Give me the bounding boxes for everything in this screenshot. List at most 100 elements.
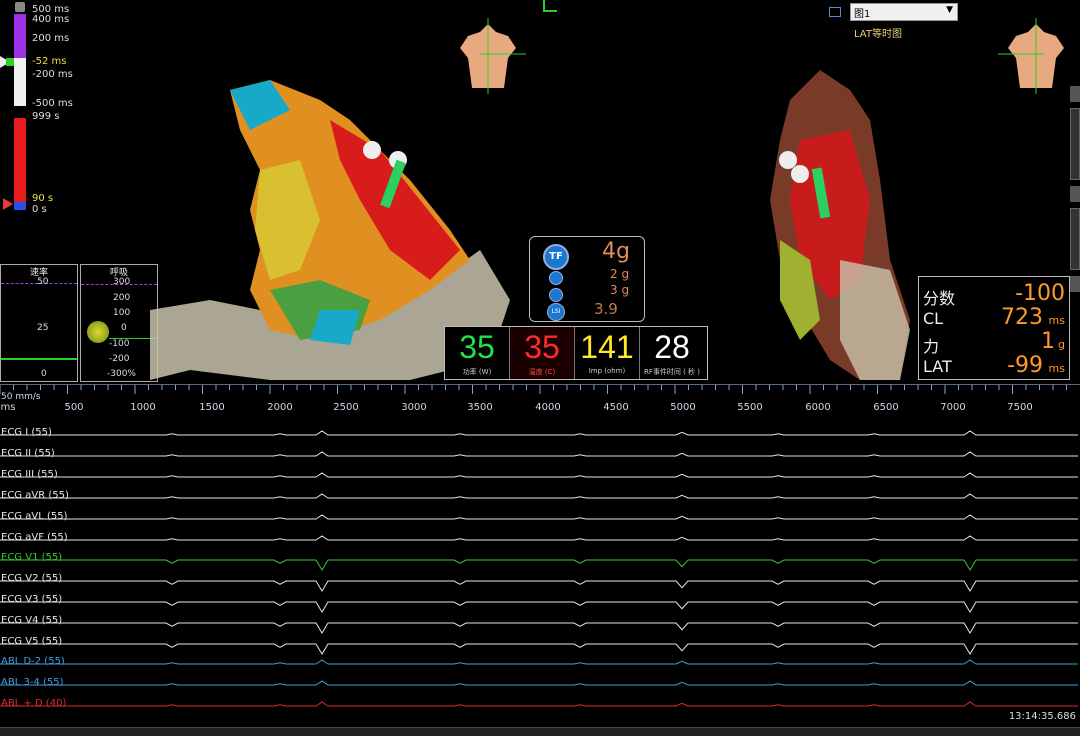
lead-label: ECG aVL (55) xyxy=(1,511,68,522)
lead-label: ABL D-2 (55) xyxy=(1,656,65,667)
scale-handle-marker-green[interactable] xyxy=(6,58,14,66)
scale-handle-bottom[interactable] xyxy=(3,198,13,210)
toolbar-button-4[interactable] xyxy=(1070,208,1080,270)
ecg-trace xyxy=(0,659,1078,665)
impedance-value: 141 xyxy=(580,329,634,365)
viewport-top-marker-h xyxy=(543,10,557,12)
timeline-tick-label: 2500 xyxy=(333,402,359,413)
scale-label-999s: 999 s xyxy=(32,111,60,122)
map-select-value: 图1 xyxy=(854,9,871,20)
info-row-score: 分数 -100 xyxy=(923,281,1065,308)
lead-label: ECG V1 (55) xyxy=(1,552,63,563)
resp-blob xyxy=(87,321,109,343)
lead-label: ECG V4 (55) xyxy=(1,615,63,626)
lsi-badge: LSI xyxy=(547,303,565,321)
right-catheter-electrode-2 xyxy=(791,165,809,183)
lead-label: ECG III (55) xyxy=(1,469,58,480)
lateral-force-value: 3 g xyxy=(610,283,630,297)
ecg-trace xyxy=(0,514,1078,520)
contact-force-panel: TF 4g 2 g 3 g LSI 3.9 xyxy=(529,236,645,322)
rf-time-metric: 28 RF事件时间 ( 秒 ) xyxy=(640,327,704,379)
timeline-speed: 50 mm/s xyxy=(1,392,41,402)
timeline-tick-label: 1500 xyxy=(199,402,225,413)
lead-label: ECG I (55) xyxy=(1,427,52,438)
lead-label: ABL + D (40) xyxy=(1,698,67,709)
respiration-panel: 呼吸 300 200 100 0 -100 -200 -300% xyxy=(80,264,158,382)
torso-orientation-icon-left[interactable] xyxy=(450,18,526,94)
timeline-tick-label: 4500 xyxy=(603,402,629,413)
ecg-trace xyxy=(0,580,1078,592)
tf-value: 4g xyxy=(602,239,630,264)
scale-label-m200ms: -200 ms xyxy=(32,69,73,80)
impedance-metric: 141 Imp (ohm) xyxy=(575,327,640,379)
temperature-value: 35 xyxy=(524,329,560,365)
rate-tick-25: 25 xyxy=(37,323,49,333)
map-layout-icon[interactable] xyxy=(829,7,841,17)
info-value-lat: -99 xyxy=(1007,353,1043,378)
lat-range-scale[interactable]: 500 ms 400 ms 200 ms -52 ms -200 ms -500… xyxy=(0,0,110,220)
timeline-tick-label: 2000 xyxy=(267,402,293,413)
timeline-tick-label: ms xyxy=(0,402,16,413)
toolbar-button-1[interactable] xyxy=(1070,86,1080,102)
timeline-tick-label: 7000 xyxy=(940,402,966,413)
timestamp: 13:14:35.686 xyxy=(1008,711,1076,722)
toolbar-button-5[interactable] xyxy=(1070,276,1080,292)
ecg-trace xyxy=(0,643,1078,655)
lead-label: ECG V3 (55) xyxy=(1,594,63,605)
lead-label: ECG V5 (55) xyxy=(1,636,63,647)
resp-tick-100: 100 xyxy=(113,308,131,318)
info-unit-force: g xyxy=(1058,338,1065,351)
timeline-tick-label: 4000 xyxy=(535,402,561,413)
lead-label: ABL 3-4 (55) xyxy=(1,677,64,688)
rate-tick-50: 50 xyxy=(37,277,49,287)
resp-tick-m200: -200 xyxy=(109,354,130,364)
timeline-tick-label: 5500 xyxy=(737,402,763,413)
rf-time-label: RF事件时间 ( 秒 ) xyxy=(643,368,701,376)
torso-orientation-icon-right[interactable] xyxy=(998,18,1074,94)
resp-tick-m300: -300% xyxy=(107,369,136,379)
power-value: 35 xyxy=(459,329,495,365)
map-viewport-right[interactable] xyxy=(760,60,920,385)
resp-tick-200: 200 xyxy=(113,293,131,303)
scale-label-90s: 90 s xyxy=(32,193,54,204)
lat-info-panel: 分数 -100 CL 723 ms 力 1 g LAT -99 ms xyxy=(918,276,1070,380)
ecg-trace xyxy=(0,535,1078,541)
axial-force-icon xyxy=(549,271,563,285)
temperature-metric: 35 温度 (C) xyxy=(510,327,575,379)
tf-badge: TF xyxy=(543,244,569,270)
info-value-force: 1 xyxy=(1041,329,1055,354)
ecg-trace xyxy=(0,430,1078,436)
timeline-tick-label: 5000 xyxy=(670,402,696,413)
scale-label-0s: 0 s xyxy=(32,204,47,215)
info-row-force: 力 1 g xyxy=(923,329,1065,356)
right-toolbar[interactable] xyxy=(1070,86,1080,386)
resp-tick-300: 300 xyxy=(113,277,131,287)
timeline-tick-label: 3000 xyxy=(401,402,427,413)
lead-label: ECG V2 (55) xyxy=(1,573,63,584)
scale-bar-purple xyxy=(14,14,26,58)
ecg-traces[interactable] xyxy=(0,420,1080,720)
timeline-tick-label: 500 xyxy=(64,402,84,413)
info-row-cl: CL 723 ms xyxy=(923,305,1065,330)
power-metric: 35 功率 (W) xyxy=(445,327,510,379)
lead-label: ECG aVF (55) xyxy=(1,532,68,543)
axial-force-value: 2 g xyxy=(610,267,630,281)
map-select[interactable]: 图1 ▼ xyxy=(850,3,958,21)
ecg-trace xyxy=(0,559,1078,571)
toolbar-button-3[interactable] xyxy=(1070,186,1080,202)
info-row-lat: LAT -99 ms xyxy=(923,353,1065,378)
resp-tick-0: 0 xyxy=(121,323,127,333)
timeline-tick-label: 3500 xyxy=(467,402,493,413)
ecg-trace xyxy=(0,680,1078,686)
impedance-label: Imp (ohm) xyxy=(588,367,626,375)
toolbar-button-2[interactable] xyxy=(1070,108,1080,180)
scale-bar-red xyxy=(14,118,26,202)
scale-handle-top[interactable] xyxy=(15,2,25,12)
scale-label-current: -52 ms xyxy=(32,56,67,67)
timeline-tick-label: 6500 xyxy=(873,402,899,413)
scale-bar-white xyxy=(14,58,26,106)
ecg-trace xyxy=(0,493,1078,499)
ecg-trace xyxy=(0,701,1078,707)
lateral-force-icon xyxy=(549,288,563,302)
scale-bar-blue xyxy=(14,202,26,210)
